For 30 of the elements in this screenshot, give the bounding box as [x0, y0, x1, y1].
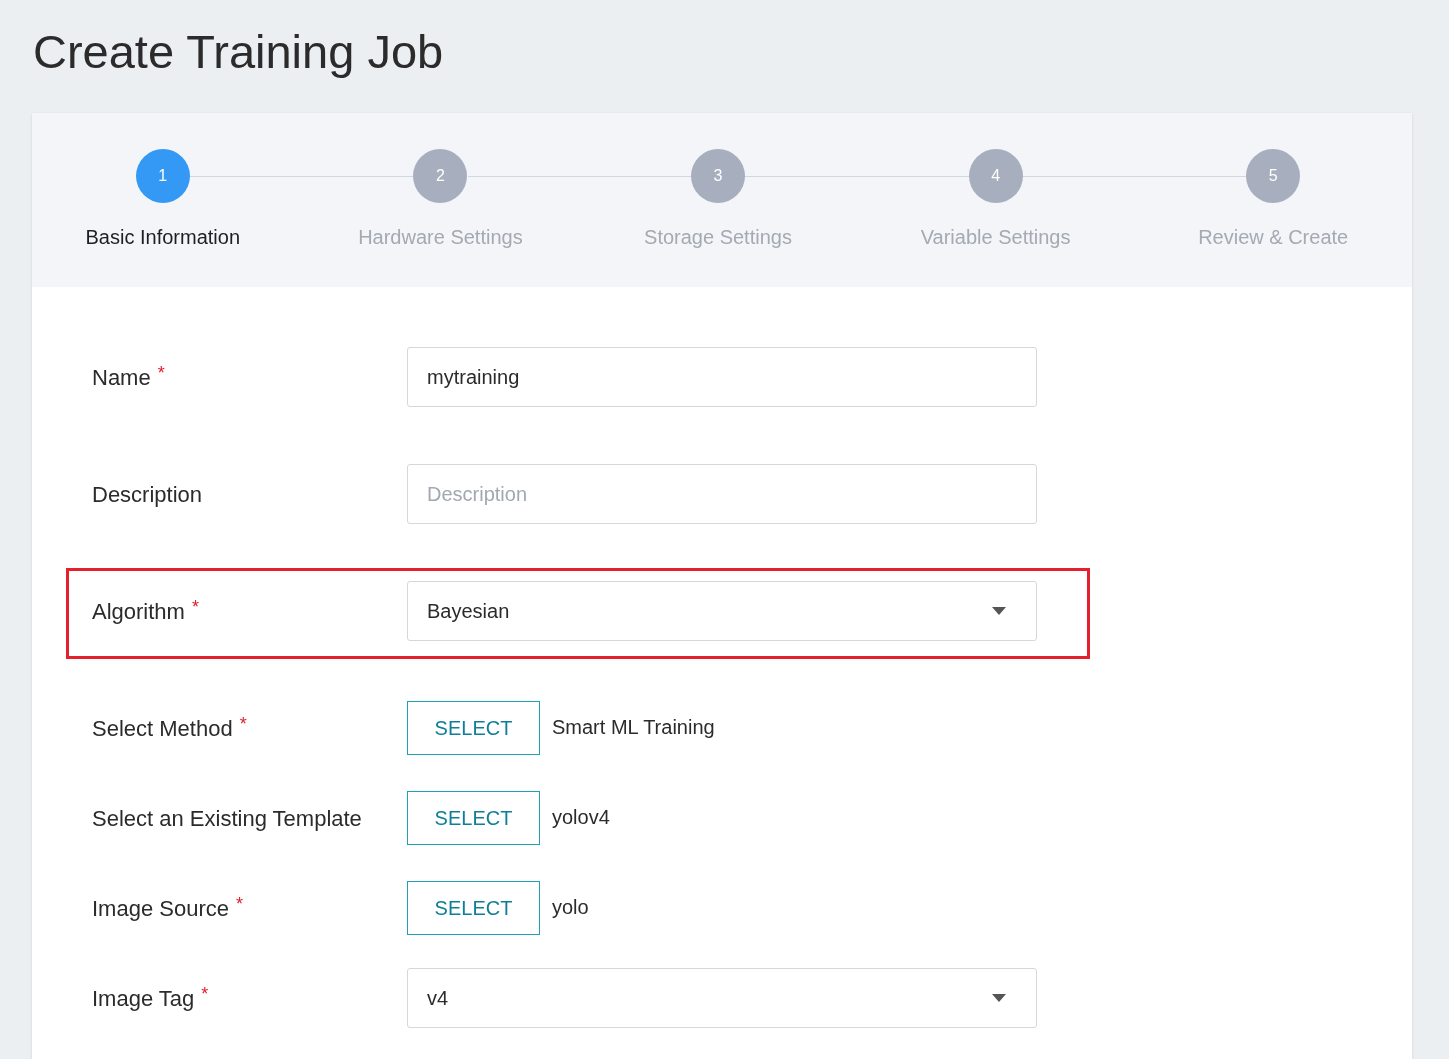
select-button[interactable]: SELECT: [407, 701, 540, 755]
field-label: Select Method: [92, 714, 233, 743]
required-mark: *: [235, 892, 243, 916]
required-mark: *: [239, 712, 247, 736]
field-label: Name: [92, 363, 151, 392]
step-label: Review & Create: [1198, 225, 1349, 250]
field-label: Image Source: [92, 894, 229, 923]
selected-value: yolov4: [552, 805, 610, 830]
select-button[interactable]: SELECT: [407, 881, 540, 935]
selected-value: Smart ML Training: [552, 715, 715, 740]
required-mark: *: [157, 361, 165, 385]
required-mark: *: [201, 982, 209, 1006]
step-label: Storage Settings: [644, 225, 792, 250]
dropdown-caret-icon: [992, 607, 1006, 615]
dropdown-caret-icon: [992, 994, 1006, 1002]
selected-value: yolo: [552, 895, 589, 920]
select-button[interactable]: SELECT: [407, 791, 540, 845]
dropdown-field[interactable]: v4: [407, 968, 1037, 1028]
field-label: Algorithm: [92, 597, 185, 626]
field-label: Select an Existing Template: [92, 804, 362, 833]
text-input-field[interactable]: mytraining: [407, 347, 1037, 407]
required-mark: *: [191, 595, 199, 619]
field-label: Image Tag: [92, 984, 195, 1013]
step-label: Basic Information: [85, 225, 241, 250]
dropdown-field[interactable]: Bayesian: [407, 581, 1037, 641]
step-label: Hardware Settings: [358, 225, 523, 250]
page-title: Create Training Job: [33, 24, 444, 80]
field-label: Description: [92, 480, 203, 509]
text-input-field[interactable]: Description: [407, 464, 1037, 524]
step-label: Variable Settings: [920, 225, 1071, 250]
